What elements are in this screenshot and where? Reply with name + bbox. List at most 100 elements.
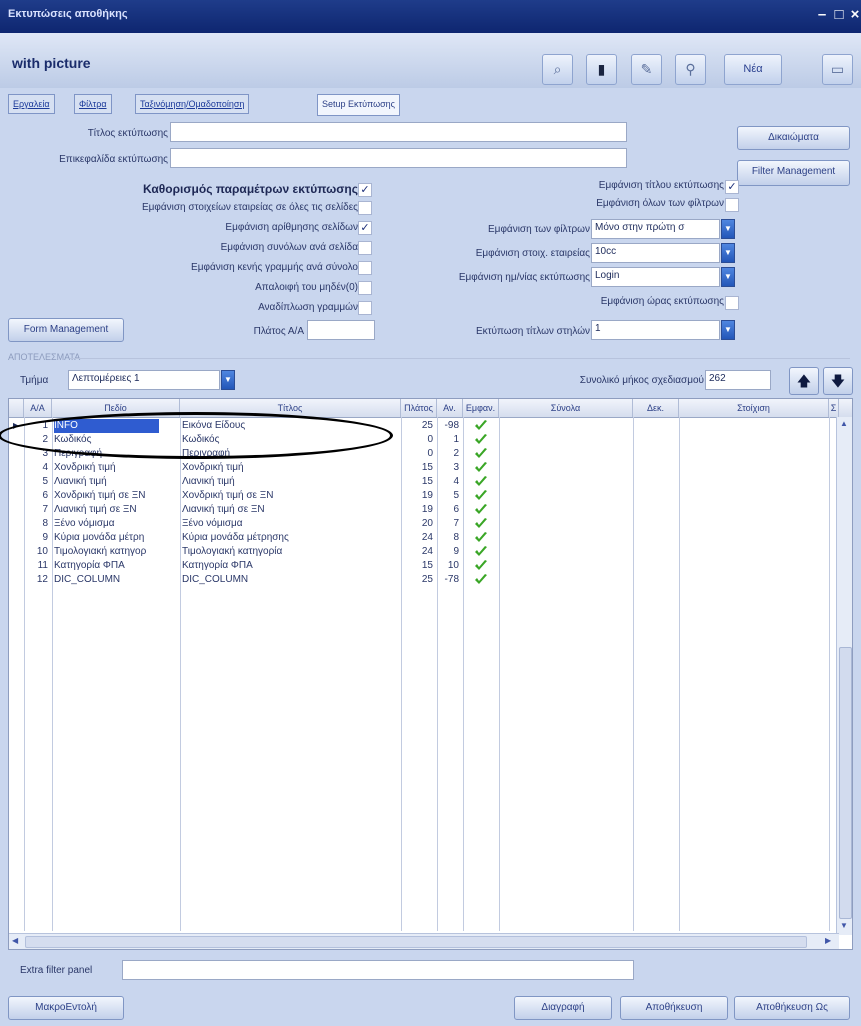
window-button[interactable]: ▭ bbox=[822, 54, 853, 85]
chevron-down-icon[interactable]: ▼ bbox=[721, 320, 735, 340]
bookmark-button[interactable]: ▮ bbox=[586, 54, 617, 85]
field-cell[interactable]: Κατηγορία ΦΠΑ bbox=[54, 559, 178, 573]
row-number[interactable]: 5 bbox=[24, 475, 48, 489]
save-button[interactable]: Αποθήκευση bbox=[620, 996, 728, 1020]
move-down-button[interactable]: 🡇 bbox=[823, 367, 853, 395]
row-number[interactable]: 7 bbox=[24, 503, 48, 517]
column-header[interactable]: Πλάτος bbox=[401, 399, 437, 417]
width-cell[interactable]: 0 bbox=[403, 447, 433, 461]
width-cell[interactable]: 24 bbox=[403, 545, 433, 559]
chevron-down-icon[interactable]: ▼ bbox=[721, 267, 735, 287]
position-cell[interactable]: -98 bbox=[439, 419, 459, 433]
option-checkbox[interactable] bbox=[358, 301, 372, 315]
title-cell[interactable]: Χονδρική τιμή σε ΞΝ bbox=[182, 489, 399, 503]
width-cell[interactable]: 15 bbox=[403, 461, 433, 475]
edit-button[interactable]: ✎ bbox=[631, 54, 662, 85]
macro-button[interactable]: ΜακροΕντολή bbox=[8, 996, 124, 1020]
row-number[interactable]: 12 bbox=[24, 573, 48, 587]
print-area-checkbox[interactable] bbox=[725, 296, 739, 310]
row-number[interactable]: 11 bbox=[24, 559, 48, 573]
row-number[interactable]: 10 bbox=[24, 545, 48, 559]
position-cell[interactable]: 3 bbox=[439, 461, 459, 475]
filter-management-button[interactable]: Filter Management bbox=[737, 160, 850, 186]
title-cell[interactable]: Λιανική τιμή bbox=[182, 475, 399, 489]
table-row[interactable]: 12 DIC_COLUMN DIC_COLUMN 25 -78 bbox=[9, 573, 839, 587]
column-header[interactable]: Α/Α bbox=[24, 399, 52, 417]
row-number[interactable]: 4 bbox=[24, 461, 48, 475]
option-checkbox[interactable] bbox=[358, 281, 372, 295]
chevron-down-icon[interactable]: ▼ bbox=[721, 219, 735, 239]
column-header[interactable]: Αν. bbox=[437, 399, 463, 417]
column-header[interactable]: Σύνολα bbox=[499, 399, 633, 417]
field-cell[interactable]: Ξένο νόμισμα bbox=[54, 517, 178, 531]
save-as-button[interactable]: Αποθήκευση Ως bbox=[734, 996, 850, 1020]
option-checkbox[interactable] bbox=[358, 261, 372, 275]
field-cell[interactable]: Τιμολογιακή κατηγορ bbox=[54, 545, 178, 559]
position-cell[interactable]: 6 bbox=[439, 503, 459, 517]
position-cell[interactable]: 10 bbox=[439, 559, 459, 573]
table-row[interactable]: 5 Λιανική τιμή Λιανική τιμή 15 4 bbox=[9, 475, 839, 489]
col-titles-select[interactable]: 1 bbox=[591, 320, 720, 340]
table-row[interactable]: 9 Κύρια μονάδα μέτρη Κύρια μονάδα μέτρησης… bbox=[9, 531, 839, 545]
option-checkbox[interactable]: ✓ bbox=[358, 221, 372, 235]
vertical-scrollbar[interactable]: ▲ ▼ bbox=[836, 417, 852, 935]
minimize-icon[interactable]: – bbox=[815, 6, 829, 24]
check-icon[interactable] bbox=[474, 559, 488, 573]
close-icon[interactable]: × bbox=[848, 6, 861, 24]
option-checkbox[interactable] bbox=[358, 201, 372, 215]
position-cell[interactable]: 4 bbox=[439, 475, 459, 489]
chevron-down-icon[interactable]: ▼ bbox=[721, 243, 735, 263]
field-cell[interactable]: Χονδρική τιμή σε ΞΝ bbox=[54, 489, 178, 503]
show-title-checkbox[interactable]: ✓ bbox=[725, 180, 739, 194]
chevron-down-icon[interactable]: ▼ bbox=[221, 370, 235, 390]
title-cell[interactable]: Ξένο νόμισμα bbox=[182, 517, 399, 531]
width-cell[interactable]: 15 bbox=[403, 559, 433, 573]
width-cell[interactable]: 25 bbox=[403, 419, 433, 433]
field-cell[interactable]: Κύρια μονάδα μέτρη bbox=[54, 531, 178, 545]
total-length-input[interactable]: 262 bbox=[705, 370, 771, 390]
filters-display-select[interactable]: Μόνο στην πρώτη σ bbox=[591, 219, 720, 239]
tab-sorting[interactable]: Ταξινόμηση/Ομαδοποίηση bbox=[135, 94, 250, 114]
position-cell[interactable]: 2 bbox=[439, 447, 459, 461]
width-cell[interactable]: 15 bbox=[403, 475, 433, 489]
check-icon[interactable] bbox=[474, 419, 488, 433]
width-cell[interactable]: 25 bbox=[403, 573, 433, 587]
width-cell[interactable]: 0 bbox=[403, 433, 433, 447]
delete-button[interactable]: Διαγραφή bbox=[514, 996, 612, 1020]
search-button[interactable]: ⌕ bbox=[542, 54, 573, 85]
company-font-select[interactable]: 10cc bbox=[591, 243, 720, 263]
scroll-thumb[interactable] bbox=[839, 647, 852, 919]
show-filters-checkbox[interactable] bbox=[725, 198, 739, 212]
position-cell[interactable]: 5 bbox=[439, 489, 459, 503]
position-cell[interactable]: 7 bbox=[439, 517, 459, 531]
option-checkbox[interactable] bbox=[358, 241, 372, 255]
scroll-right-icon[interactable]: ▶ bbox=[825, 936, 831, 945]
check-icon[interactable] bbox=[474, 475, 488, 489]
column-header[interactable]: Σ bbox=[829, 399, 839, 417]
check-icon[interactable] bbox=[474, 503, 488, 517]
field-cell[interactable]: Λιανική τιμή σε ΞΝ bbox=[54, 503, 178, 517]
title-cell[interactable]: Κύρια μονάδα μέτρησης bbox=[182, 531, 399, 545]
title-cell[interactable]: Κατηγορία ΦΠΑ bbox=[182, 559, 399, 573]
table-row[interactable]: 8 Ξένο νόμισμα Ξένο νόμισμα 20 7 bbox=[9, 517, 839, 531]
maximize-icon[interactable]: □ bbox=[832, 6, 846, 24]
check-icon[interactable] bbox=[474, 489, 488, 503]
width-input[interactable] bbox=[307, 320, 375, 340]
width-cell[interactable]: 19 bbox=[403, 489, 433, 503]
width-cell[interactable]: 20 bbox=[403, 517, 433, 531]
check-icon[interactable] bbox=[474, 517, 488, 531]
field-cell[interactable]: DIC_COLUMN bbox=[54, 573, 178, 587]
title-cell[interactable]: Τιμολογιακή κατηγορία bbox=[182, 545, 399, 559]
position-cell[interactable]: 1 bbox=[439, 433, 459, 447]
title-cell[interactable]: Χονδρική τιμή bbox=[182, 461, 399, 475]
horizontal-scrollbar[interactable]: ◀ ▶ bbox=[9, 933, 839, 949]
tab-tools[interactable]: Εργαλεία bbox=[8, 94, 55, 114]
row-number[interactable]: 8 bbox=[24, 517, 48, 531]
tab-filters[interactable]: Φίλτρα bbox=[74, 94, 112, 114]
column-header[interactable]: Δεκ. bbox=[633, 399, 679, 417]
position-cell[interactable]: 9 bbox=[439, 545, 459, 559]
title-cell[interactable]: Λιανική τιμή σε ΞΝ bbox=[182, 503, 399, 517]
scroll-left-icon[interactable]: ◀ bbox=[12, 936, 18, 945]
pin-button[interactable]: ⚲ bbox=[675, 54, 706, 85]
title-cell[interactable]: DIC_COLUMN bbox=[182, 573, 399, 587]
